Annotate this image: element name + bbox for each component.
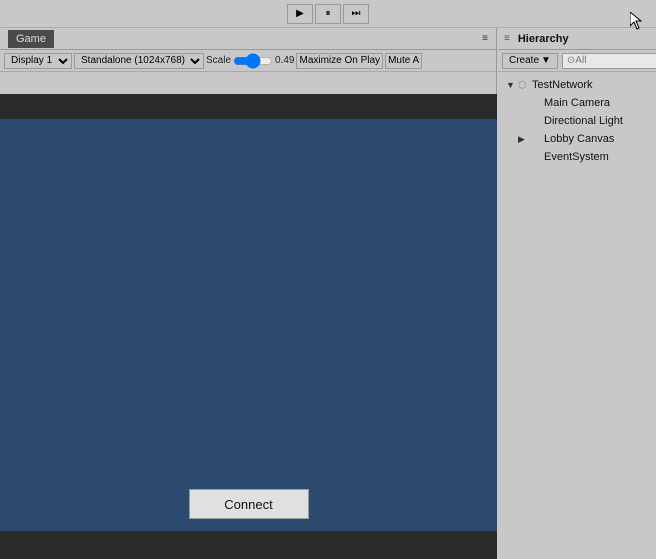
hierarchy-item-directionallight[interactable]: Directional Light [498, 112, 656, 130]
tree-label-eventsystem: EventSystem [544, 151, 609, 163]
play-button[interactable]: ▶ [287, 4, 313, 24]
display-select[interactable]: Display 1 [4, 53, 72, 69]
scale-value: 0.49 [275, 55, 294, 66]
tree-arrow-maincamera [518, 98, 530, 108]
pause-button[interactable]: ⏸ [315, 4, 341, 24]
game-viewport: Connect [0, 94, 497, 559]
create-button[interactable]: Create ▼ [502, 53, 558, 69]
game-toolbar: Display 1 Standalone (1024x768) Scale 0.… [0, 50, 496, 72]
tree-label-lobbycanvas: Lobby Canvas [544, 133, 614, 145]
hierarchy-panel: ≡ Hierarchy Create ▼ ▼ ⬡ TestNetwork Mai… [498, 28, 656, 559]
hierarchy-item-testnetwork[interactable]: ▼ ⬡ TestNetwork [498, 76, 656, 94]
scale-label: Scale [206, 55, 231, 66]
hierarchy-item-eventsystem[interactable]: EventSystem [498, 148, 656, 166]
step-button[interactable]: ⏭ [343, 4, 369, 24]
game-panel: Game ≡ Display 1 Standalone (1024x768) S… [0, 28, 497, 559]
hierarchy-item-maincamera[interactable]: Main Camera [498, 94, 656, 112]
hierarchy-tree: ▼ ⬡ TestNetwork Main Camera Directional … [498, 72, 656, 170]
game-tab: Game ≡ [0, 28, 496, 50]
tree-icon-testnetwork: ⬡ [518, 80, 532, 91]
top-toolbar: ▶ ⏸ ⏭ [0, 0, 656, 28]
game-tab-menu-icon[interactable]: ≡ [482, 33, 488, 44]
game-content: Connect [0, 119, 497, 559]
scale-slider[interactable] [233, 56, 273, 66]
maximize-on-play-button[interactable]: Maximize On Play [296, 53, 383, 69]
hierarchy-toolbar: Create ▼ [498, 50, 656, 72]
game-tab-label[interactable]: Game [8, 30, 54, 48]
resolution-select[interactable]: Standalone (1024x768) [74, 53, 204, 69]
tree-arrow-lobbycanvas: ▶ [518, 134, 530, 145]
tree-label-maincamera: Main Camera [544, 97, 610, 109]
hierarchy-title: Hierarchy [518, 33, 569, 45]
tree-arrow-directionallight [518, 116, 530, 126]
tree-label-directionallight: Directional Light [544, 115, 623, 127]
tree-arrow-eventsystem [518, 152, 530, 162]
tree-label-testnetwork: TestNetwork [532, 79, 593, 91]
hierarchy-search-input[interactable] [562, 53, 656, 69]
hierarchy-header: ≡ Hierarchy [498, 28, 656, 50]
hierarchy-menu-icon[interactable]: ≡ [504, 33, 510, 44]
tree-arrow-testnetwork: ▼ [506, 80, 518, 90]
connect-button[interactable]: Connect [189, 489, 309, 519]
game-bottom-bar [0, 531, 497, 559]
mute-audio-button[interactable]: Mute A [385, 53, 422, 69]
hierarchy-item-lobbycanvas[interactable]: ▶ Lobby Canvas [498, 130, 656, 148]
